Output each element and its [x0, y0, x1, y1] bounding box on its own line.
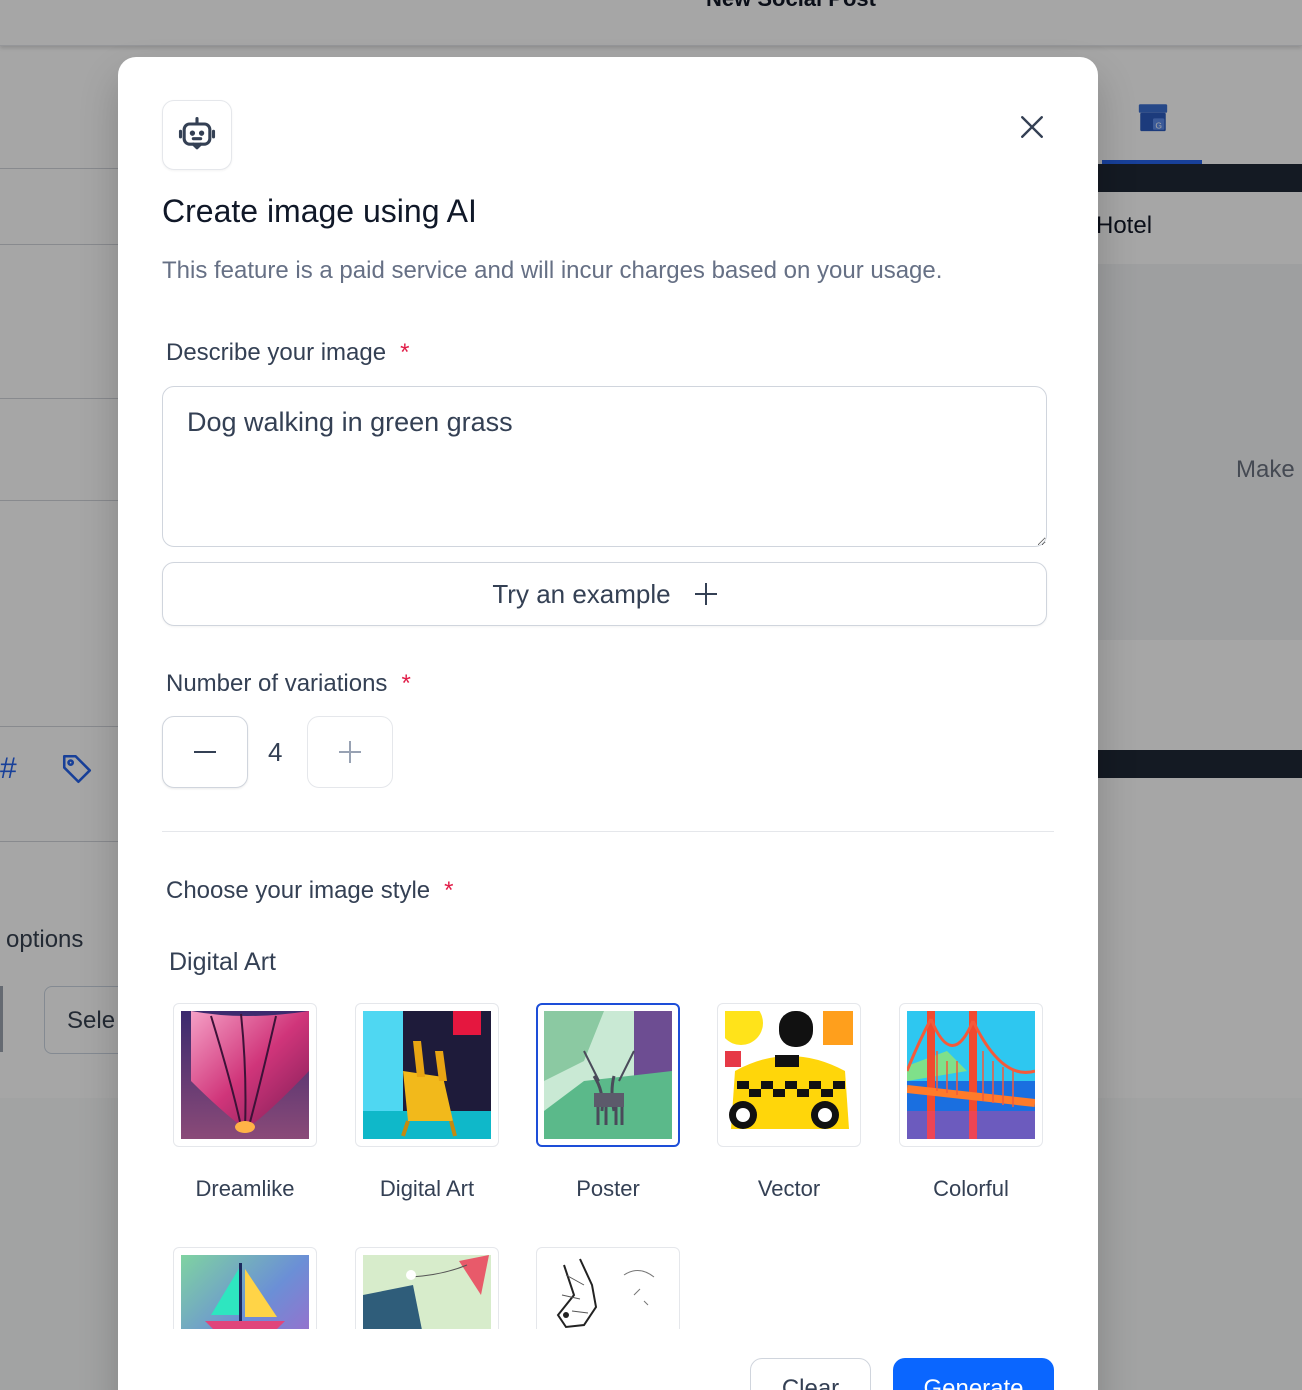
- poster-thumbnail: [544, 1011, 672, 1139]
- plus-icon: [694, 583, 717, 605]
- close-button[interactable]: [1014, 109, 1050, 145]
- describe-image-input[interactable]: [162, 386, 1047, 547]
- try-example-label: Try an example: [492, 578, 671, 609]
- generate-button[interactable]: Generate: [893, 1358, 1054, 1390]
- style-option-colorful[interactable]: [899, 1003, 1043, 1147]
- colorful-thumbnail: [907, 1011, 1035, 1139]
- style-name-colorful: Colorful: [933, 1176, 1009, 1201]
- style-option-sketch[interactable]: [536, 1247, 680, 1329]
- style-option-lowpoly[interactable]: [173, 1247, 317, 1329]
- required-mark: *: [400, 339, 410, 366]
- variations-label-text: Number of variations: [166, 670, 388, 697]
- modal-subtitle: This feature is a paid service and will …: [162, 257, 943, 284]
- describe-label: Describe your image *: [166, 339, 409, 367]
- style-option-vector[interactable]: [717, 1003, 861, 1147]
- clear-button[interactable]: Clear: [750, 1358, 871, 1390]
- style-option-dreamlike[interactable]: [173, 1003, 317, 1147]
- style-label: Choose your image style *: [166, 877, 453, 905]
- style-name-digital-art: Digital Art: [379, 1176, 475, 1201]
- create-image-modal: Create image using AI This feature is a …: [118, 57, 1098, 1390]
- style-option-poster[interactable]: [536, 1003, 680, 1147]
- modal-title: Create image using AI: [162, 193, 477, 229]
- style-group-label: Digital Art: [169, 948, 276, 976]
- required-mark: *: [401, 670, 411, 697]
- style-label-text: Choose your image style: [166, 877, 431, 904]
- robot-icon: [178, 116, 216, 150]
- describe-label-text: Describe your image: [166, 339, 387, 366]
- close-icon: [1021, 116, 1043, 138]
- digital-art-thumbnail: [363, 1011, 491, 1139]
- section-divider: [162, 831, 1054, 832]
- style-name-vector: Vector: [757, 1176, 821, 1201]
- style-option-digital-art[interactable]: [355, 1003, 499, 1147]
- style-options-scroll-area[interactable]: [118, 1247, 1098, 1329]
- flat-thumbnail: [363, 1255, 491, 1329]
- minus-icon: [194, 751, 216, 753]
- try-example-button[interactable]: Try an example: [162, 562, 1047, 626]
- sketch-thumbnail: [544, 1255, 672, 1329]
- robot-icon-container: [162, 100, 232, 170]
- style-name-poster: Poster: [576, 1176, 640, 1201]
- style-option-flat[interactable]: [355, 1247, 499, 1329]
- variations-value: 4: [268, 737, 283, 767]
- decrement-button[interactable]: [162, 716, 248, 788]
- dreamlike-thumbnail: [181, 1011, 309, 1139]
- required-mark: *: [444, 877, 454, 904]
- lowpoly-thumbnail: [181, 1255, 309, 1329]
- plus-icon: [339, 741, 361, 763]
- increment-button[interactable]: [307, 716, 393, 788]
- vector-thumbnail: [725, 1011, 853, 1139]
- variations-label: Number of variations *: [166, 670, 411, 698]
- style-name-dreamlike: Dreamlike: [195, 1176, 295, 1201]
